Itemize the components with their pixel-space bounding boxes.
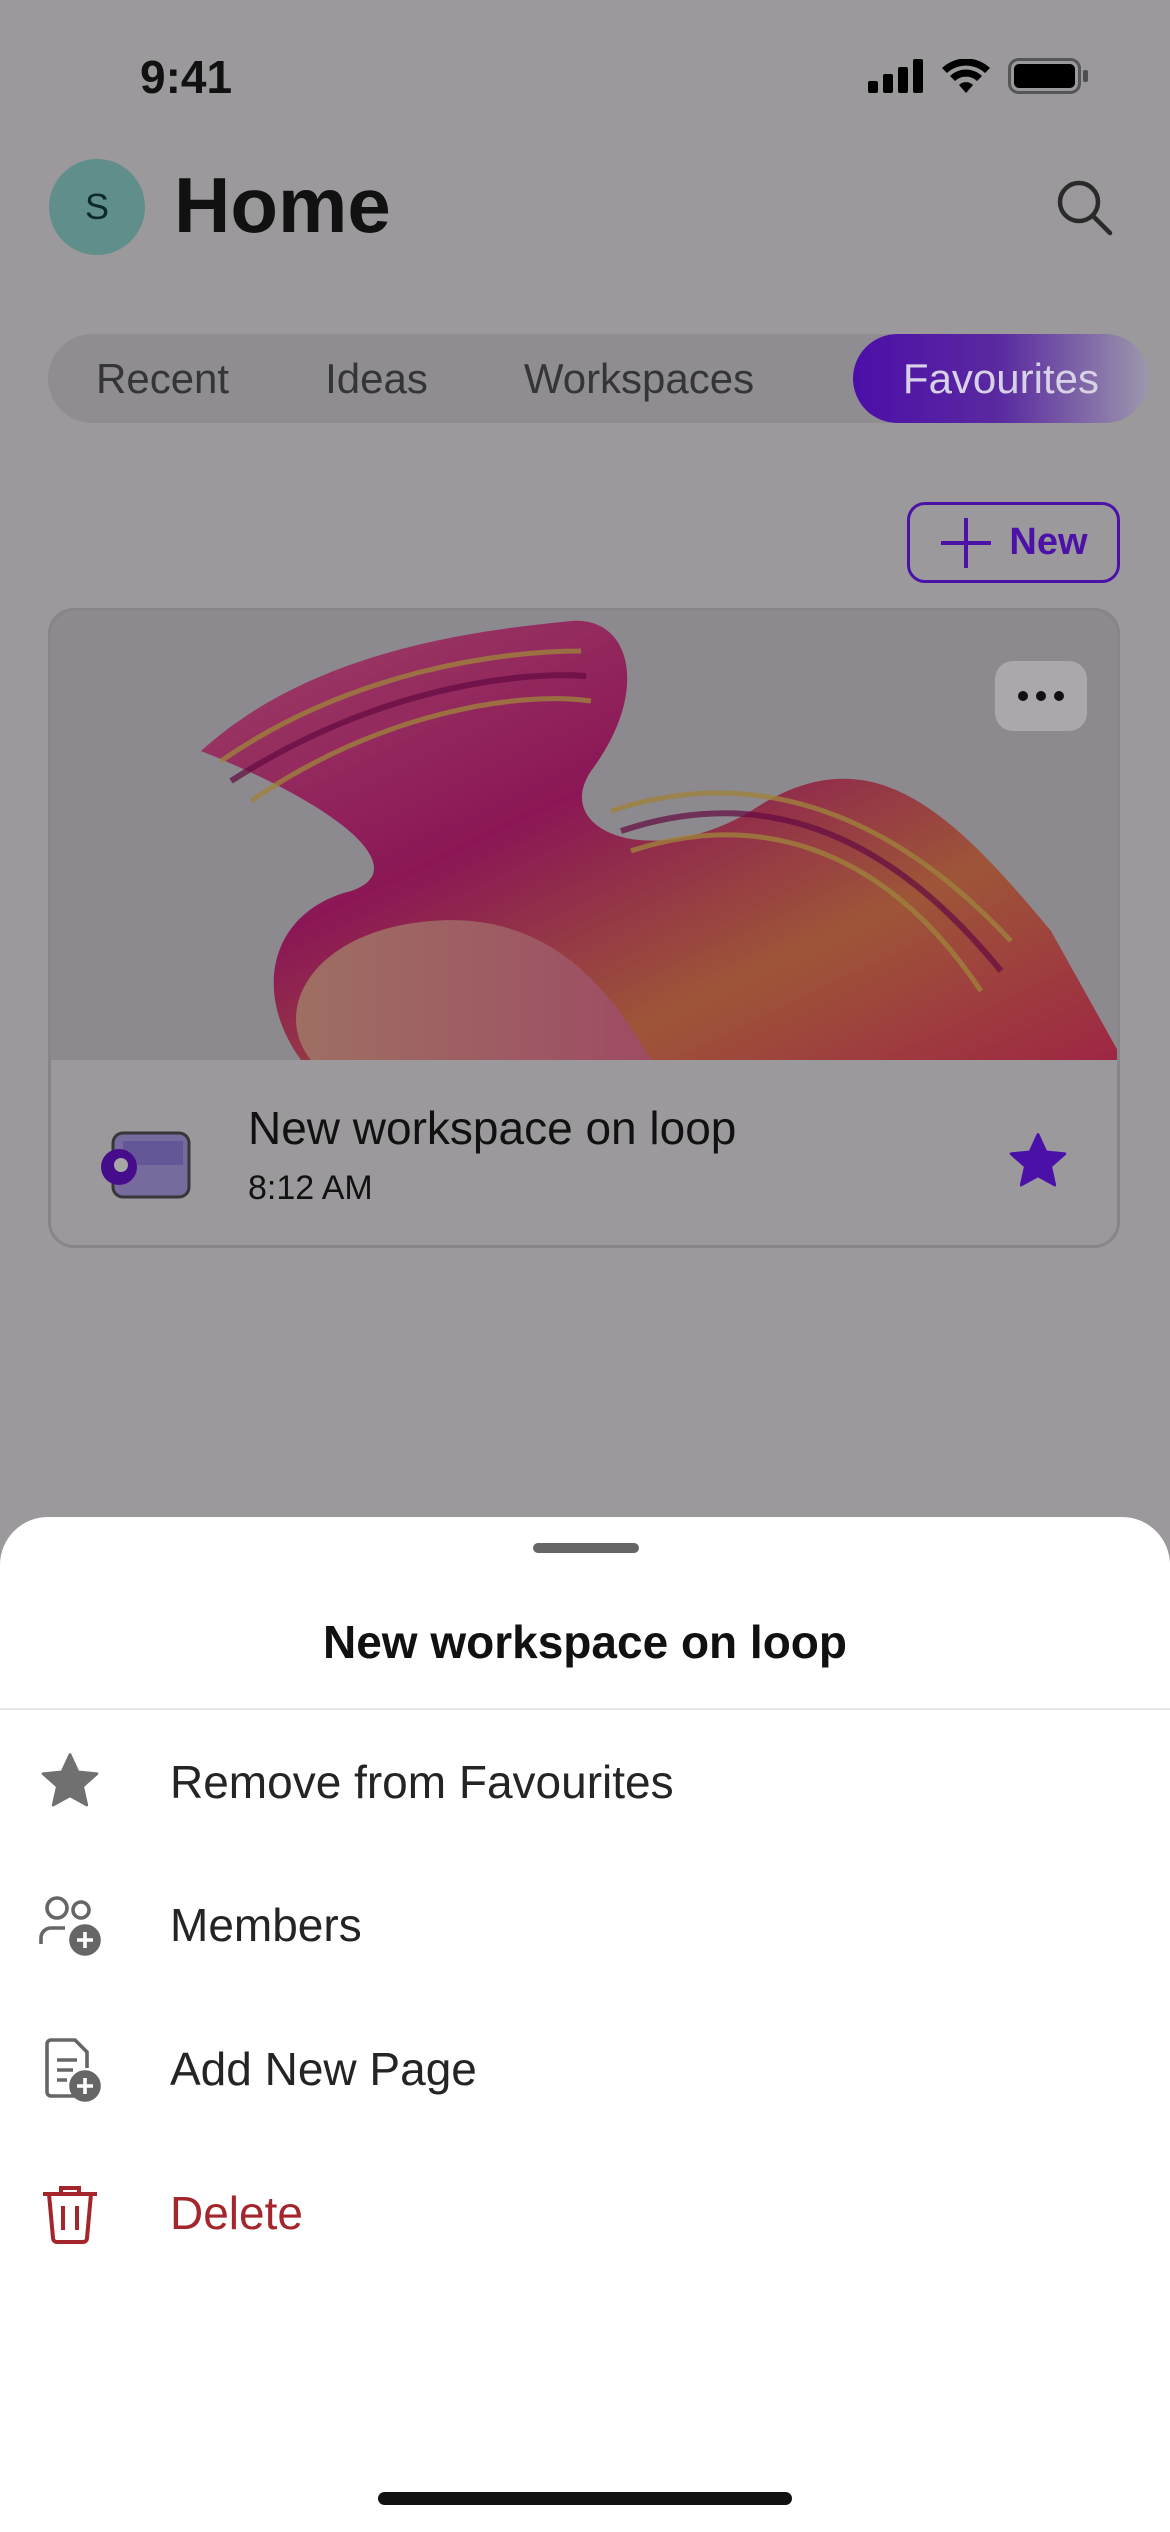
action-sheet: New workspace on loop Remove from Favour… [0, 1517, 1170, 2532]
home-indicator[interactable] [378, 2492, 792, 2505]
more-options-button[interactable] [995, 661, 1087, 731]
divider [0, 1708, 1170, 1710]
dot-icon [1054, 691, 1064, 701]
tab-ideas[interactable]: Ideas [277, 334, 476, 423]
workspace-title: New workspace on loop [248, 1102, 737, 1154]
plus-icon [941, 517, 992, 568]
status-time: 9:41 [140, 51, 233, 103]
trash-icon [43, 2186, 97, 2244]
menu-item-label: Remove from Favourites [170, 1756, 674, 1808]
menu-item-members[interactable]: Members [0, 1855, 1170, 1995]
page-add-icon [45, 2038, 101, 2102]
page-title: Home [174, 161, 391, 249]
new-button[interactable]: New [907, 502, 1120, 583]
favourite-star-icon[interactable] [1005, 1129, 1071, 1200]
sheet-drag-handle[interactable] [533, 1543, 639, 1553]
tab-recent[interactable]: Recent [48, 334, 277, 423]
star-icon [41, 1753, 99, 1807]
tab-workspaces[interactable]: Workspaces [476, 334, 802, 423]
workspace-time: 8:12 AM [248, 1169, 373, 1207]
workspace-cover-image [51, 611, 1117, 1060]
status-icons [868, 58, 1090, 94]
menu-item-label: Delete [170, 2187, 303, 2239]
avatar[interactable]: S [49, 159, 145, 255]
members-add-icon [39, 1896, 101, 1956]
loop-workspace-icon [101, 1131, 193, 1206]
menu-item-remove-favourite[interactable]: Remove from Favourites [0, 1712, 1170, 1852]
avatar-initial: S [84, 186, 109, 227]
menu-item-add-page[interactable]: Add New Page [0, 1999, 1170, 2139]
wifi-icon [942, 59, 990, 93]
workspace-card[interactable]: New workspace on loop 8:12 AM [48, 608, 1120, 1248]
menu-item-label: Members [170, 1899, 362, 1951]
signal-icon [868, 59, 923, 93]
dot-icon [1018, 691, 1028, 701]
tab-bar: Recent Ideas Workspaces Favourites [48, 334, 1149, 423]
menu-item-label: Add New Page [170, 2043, 477, 2095]
menu-item-delete[interactable]: Delete [0, 2143, 1170, 2283]
search-icon[interactable] [1055, 178, 1115, 243]
dot-icon [1036, 691, 1046, 701]
battery-icon [1008, 58, 1088, 94]
new-button-label: New [1009, 521, 1088, 563]
sheet-title: New workspace on loop [323, 1616, 847, 1668]
tab-favourites[interactable]: Favourites [852, 334, 1149, 423]
